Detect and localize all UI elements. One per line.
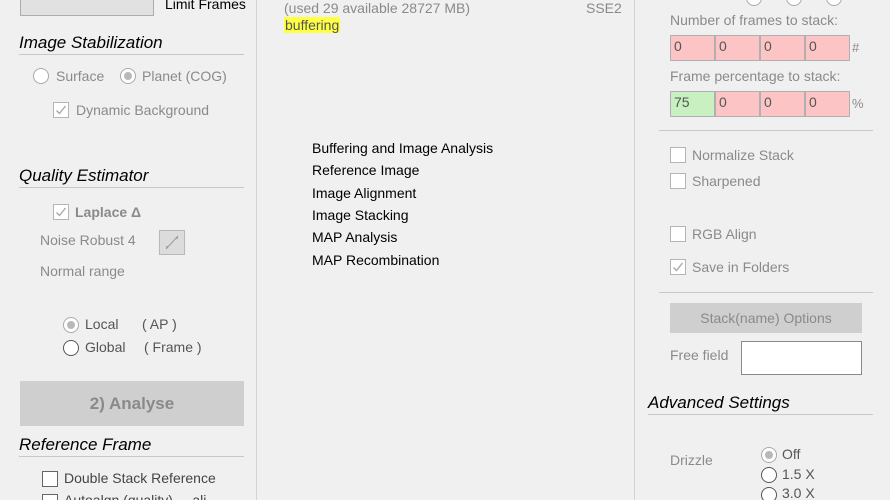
top-radio-3[interactable]	[826, 0, 842, 6]
drizzle-label: Drizzle	[670, 452, 713, 468]
frames-to-stack-label: Number of frames to stack:	[670, 12, 839, 28]
planet-cog-radio[interactable]	[120, 68, 136, 84]
rgb-align-checkbox[interactable]	[670, 226, 686, 242]
top-radio-2[interactable]	[786, 0, 802, 6]
quality-estimator-divider	[19, 187, 244, 188]
percentage-to-stack-label: Frame percentage to stack:	[670, 68, 841, 84]
normalize-stack-label[interactable]: Normalize Stack	[692, 147, 794, 163]
step-reference-image: Reference Image	[312, 162, 420, 178]
dynamic-background-label[interactable]: Dynamic Background	[76, 102, 209, 118]
sharpened-checkbox[interactable]	[670, 173, 686, 189]
checkmark-icon	[56, 105, 67, 115]
normal-range-label: Normal range	[40, 263, 125, 279]
autoalign-label[interactable]: Autoalgn (quality) ... ali	[64, 492, 206, 500]
checkmark-icon	[673, 262, 684, 272]
frames-to-stack-input-4[interactable]: 0	[805, 35, 850, 61]
planet-cog-label[interactable]: Planet (COG)	[142, 68, 227, 84]
local-radio[interactable]	[63, 317, 79, 333]
drizzle-3x-radio[interactable]	[761, 487, 777, 500]
step-image-alignment: Image Alignment	[312, 185, 417, 201]
noise-robust-label: Noise Robust 4	[40, 232, 136, 248]
advanced-settings-divider	[648, 414, 873, 415]
surface-label[interactable]: Surface	[56, 68, 104, 84]
save-in-folders-label[interactable]: Save in Folders	[692, 259, 789, 275]
save-in-folders-checkbox[interactable]	[670, 259, 686, 275]
local-label[interactable]: Local	[85, 316, 118, 332]
reference-frame-title: Reference Frame	[19, 435, 152, 454]
reference-frame-divider	[19, 456, 244, 457]
memory-status: (used 29 available 28727 MB)	[284, 0, 471, 16]
drizzle-off-label[interactable]: Off	[782, 446, 800, 462]
image-stabilization-title: Image Stabilization	[19, 33, 163, 52]
checkmark-icon	[56, 207, 67, 217]
percentage-input-2[interactable]: 0	[715, 91, 760, 117]
advanced-settings-title: Advanced Settings	[648, 393, 790, 412]
frames-unit: #	[852, 40, 860, 55]
image-stabilization-divider	[19, 54, 244, 55]
step-map-analysis: MAP Analysis	[312, 229, 398, 245]
sharpened-label[interactable]: Sharpened	[692, 173, 761, 189]
frames-to-stack-input-1[interactable]: 0	[670, 35, 715, 61]
global-suffix: ( Frame )	[144, 339, 202, 355]
limit-frames-label: Limit Frames	[165, 0, 246, 12]
step-image-stacking: Image Stacking	[312, 207, 409, 223]
laplace-label[interactable]: Laplace Δ	[75, 204, 141, 220]
percentage-input-1[interactable]: 75	[670, 91, 715, 117]
right-panel: Number of frames to stack: 0 0 0 0 # Fra…	[634, 0, 890, 500]
drizzle-1-5x-radio[interactable]	[761, 467, 777, 483]
global-label[interactable]: Global	[85, 339, 125, 355]
quality-estimator-title: Quality Estimator	[19, 166, 149, 185]
local-suffix: ( AP )	[142, 316, 177, 332]
drizzle-3x-label[interactable]: 3.0 X	[782, 485, 815, 500]
free-field-label: Free field	[670, 347, 729, 363]
left-panel: Limit Frames Image Stabilization Surface…	[0, 0, 256, 500]
rgb-align-label[interactable]: RGB Align	[692, 226, 757, 242]
double-stack-reference-label[interactable]: Double Stack Reference	[64, 470, 216, 486]
stack-name-options-label: Stack(name) Options	[700, 310, 832, 326]
diagonal-slider-icon	[165, 235, 179, 250]
frames-to-stack-input-3[interactable]: 0	[760, 35, 805, 61]
analyse-button[interactable]: 2) Analyse	[20, 381, 244, 426]
step-buffering: Buffering and Image Analysis	[312, 140, 494, 156]
normalize-stack-checkbox[interactable]	[670, 147, 686, 163]
top-left-button[interactable]	[20, 0, 154, 16]
step-map-recombination: MAP Recombination	[312, 252, 440, 268]
drizzle-off-radio[interactable]	[761, 447, 777, 463]
top-radio-1[interactable]	[746, 0, 762, 6]
right-divider-2	[659, 292, 873, 293]
frames-to-stack-input-2[interactable]: 0	[715, 35, 760, 61]
drizzle-1-5x-label[interactable]: 1.5 X	[782, 466, 815, 482]
noise-robust-spinner[interactable]	[159, 230, 185, 255]
middle-panel: (used 29 available 28727 MB) SSE2 buffer…	[256, 0, 634, 500]
percentage-input-3[interactable]: 0	[760, 91, 805, 117]
cpu-status: SSE2	[586, 0, 622, 16]
phase-status: buffering	[284, 17, 341, 33]
dynamic-background-checkbox[interactable]	[53, 102, 69, 118]
analyse-button-label: 2) Analyse	[89, 394, 175, 413]
percentage-unit: %	[852, 96, 864, 111]
laplace-checkbox[interactable]	[53, 204, 69, 220]
free-field-input[interactable]	[741, 341, 862, 375]
percentage-input-4[interactable]: 0	[805, 91, 850, 117]
right-divider-1	[659, 130, 873, 131]
autoalign-checkbox[interactable]	[42, 494, 58, 500]
surface-radio[interactable]	[33, 68, 49, 84]
stack-name-options-button[interactable]: Stack(name) Options	[670, 303, 862, 333]
global-radio[interactable]	[63, 340, 79, 356]
double-stack-reference-checkbox[interactable]	[42, 471, 58, 487]
